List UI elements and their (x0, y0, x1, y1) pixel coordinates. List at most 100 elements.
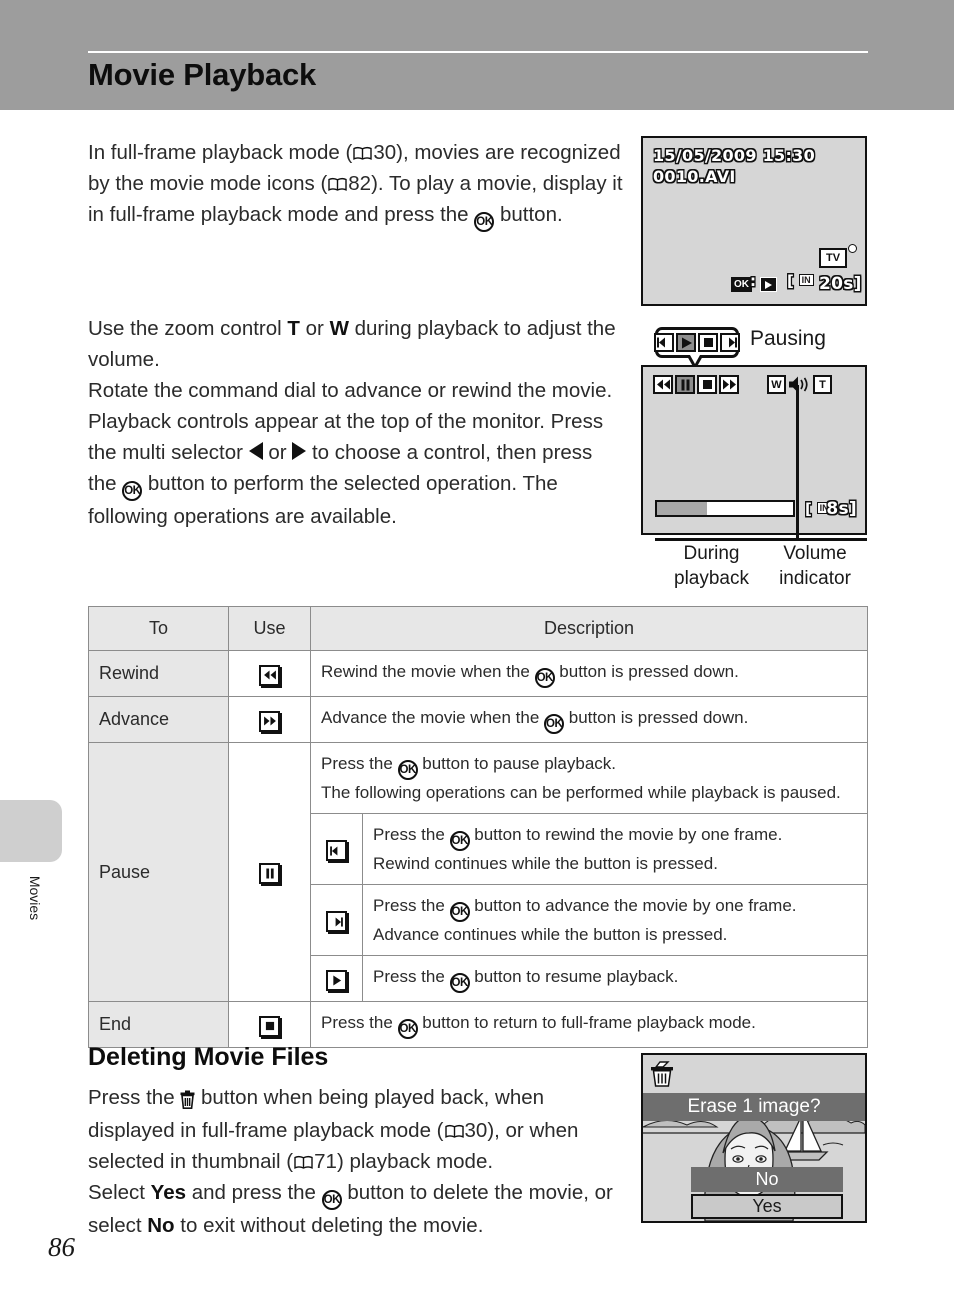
subrow-icon-rewind-frame (310, 813, 363, 885)
movie-playback-operations-table: To Use Description Rewind Rewind the mov… (88, 606, 868, 1048)
reference-book-icon (294, 1148, 313, 1169)
page-title: Movie Playback (88, 57, 317, 92)
ok-button-icon: OK (122, 481, 143, 501)
del-ref-30: 30 (464, 1119, 488, 1142)
sub-text-a: Press the (373, 967, 450, 986)
deleting-section: Deleting Movie Files Press the button wh… (88, 1043, 636, 1241)
controls-paragraph: Use the zoom control T or W during playb… (88, 313, 624, 532)
play-icon (326, 969, 347, 991)
ok-button-icon: OK (474, 212, 495, 232)
table-row: End Press the OK button to return to ful… (88, 1001, 868, 1048)
volume-t-label: T (819, 378, 826, 391)
screen-during-playback: W T [ IN 8s] (641, 365, 867, 535)
del2-text-b: and press the (186, 1181, 322, 1204)
deleting-paragraph-2: Select Yes and press the OK button to de… (88, 1177, 636, 1241)
delete-trash-icon (180, 1084, 195, 1115)
column-header-to: To (88, 606, 229, 651)
sub-text-b: button to resume playback. (469, 967, 679, 986)
advance-icon[interactable] (719, 375, 739, 394)
sub-text-a: Press the (373, 896, 450, 915)
ok-button-icon: OK (534, 668, 555, 688)
page-header-band (0, 0, 954, 110)
desc-text-a: Advance the movie when the (321, 708, 545, 727)
tv-badge-label: TV (825, 252, 841, 264)
stop-icon (698, 333, 718, 352)
osd-duration: 20s] (819, 274, 862, 294)
screen-full-frame-playback: 15/05/2009 15:30 0010.AVI TV OK : [ IN 2… (641, 136, 867, 306)
sub-text-b: button to advance the movie by one frame… (469, 896, 797, 915)
speaker-icon (788, 375, 811, 394)
intro-ref-30: 30 (373, 141, 397, 164)
volume-w-label: W (771, 378, 782, 391)
table-row: Pause Press the OK button to pause playb… (88, 742, 868, 1002)
sub-text-c: Advance continues while the button is pr… (373, 925, 728, 944)
erase-option-no[interactable]: No (691, 1167, 843, 1192)
screen-erase-confirmation: Erase 1 image? No Yes (641, 1053, 867, 1223)
row-label-rewind: Rewind (88, 650, 229, 697)
row-desc-rewind: Rewind the movie when the OK button is p… (310, 650, 868, 697)
advance-frame-icon (326, 911, 347, 933)
column-header-description: Description (310, 606, 868, 651)
controls-text-2: Rotate the command dial to advance or re… (88, 379, 613, 402)
subrow-desc-advance-frame: Press the OK button to advance the movie… (362, 884, 868, 956)
row-desc-end: Press the OK button to return to full-fr… (310, 1001, 868, 1048)
deleting-paragraph-1: Press the button when being played back,… (88, 1082, 636, 1177)
pausing-control-cluster (654, 333, 740, 352)
tv-star-icon (848, 244, 857, 253)
row-desc-advance: Advance the movie when the OK button is … (310, 696, 868, 743)
stop-icon (259, 1015, 280, 1037)
zoom-control-t-label: T (287, 317, 300, 340)
pause-intro-c: The following operations can be performe… (321, 783, 841, 802)
osd-remaining-time: 8s] (826, 499, 857, 519)
volume-t-button-icon[interactable]: T (813, 375, 832, 394)
desc-text-b: button is pressed down. (564, 708, 749, 727)
intro-paragraph: In full-frame playback mode (30), movies… (88, 137, 624, 232)
volume-w-button-icon[interactable]: W (767, 375, 786, 394)
rewind-frame-icon (326, 840, 347, 862)
play-icon (676, 333, 696, 352)
subrow-desc-rewind-frame: Press the OK button to rewind the movie … (362, 813, 868, 885)
osd-play-icon (760, 277, 777, 292)
row-label-end: End (88, 1001, 229, 1048)
pause-intro-a: Press the (321, 754, 398, 773)
subrow-icon-play (310, 955, 363, 1002)
ok-button-icon: OK (397, 1019, 418, 1039)
erase-option-yes[interactable]: Yes (691, 1194, 843, 1219)
label-volume-indicator-line1: Volume (783, 543, 847, 564)
screen-underline (655, 538, 867, 541)
table-header-row: To Use Description (88, 606, 868, 651)
erase-confirmation-banner: Erase 1 image? (643, 1093, 865, 1121)
row-icon-end (228, 1001, 311, 1048)
ok-button-icon: OK (449, 831, 470, 851)
header-rule (88, 51, 868, 53)
row-icon-rewind (228, 650, 311, 697)
ok-button-icon: OK (449, 902, 470, 922)
stop-icon[interactable] (697, 375, 717, 394)
section-tab-label: Movies (27, 875, 43, 921)
rewind-icon[interactable] (653, 375, 673, 394)
pause-intro-b: button to pause playback. (417, 754, 617, 773)
row-label-pause: Pause (88, 742, 229, 1002)
playback-progress-bar[interactable] (655, 500, 795, 517)
desc-text-a: Rewind the movie when the (321, 662, 535, 681)
playback-progress-fill (657, 502, 708, 515)
controls-text-1a: Use the zoom control (88, 317, 288, 340)
intro-ref-82: 82 (348, 172, 372, 195)
controls-or-1: or (299, 317, 330, 340)
del-text-a: Press the (88, 1086, 181, 1109)
volume-leader-line (796, 385, 799, 540)
controls-or-2: or (262, 441, 293, 464)
reference-book-icon (353, 139, 373, 160)
label-during-playback-line2: playback (674, 568, 749, 589)
playback-control-cluster (653, 375, 739, 394)
tv-badge-icon: TV (819, 248, 847, 268)
pause-icon[interactable] (675, 375, 695, 394)
column-header-use: Use (228, 606, 311, 651)
desc-text-b: button to return to full-frame playback … (417, 1013, 756, 1032)
reference-book-icon (328, 170, 347, 191)
multi-selector-right-icon (292, 442, 307, 460)
ok-button-icon: OK (321, 1190, 342, 1210)
del2-yes-keyword: Yes (150, 1181, 187, 1204)
del2-text-a: Select (88, 1181, 151, 1204)
table-row: Advance Advance the movie when the OK bu… (88, 696, 868, 743)
